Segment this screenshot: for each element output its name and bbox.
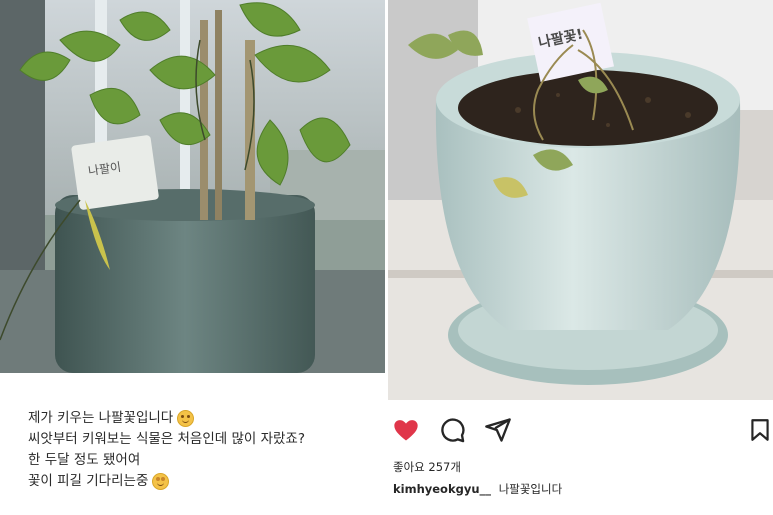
right-post-photo: 나팔꽃! xyxy=(388,0,773,400)
post-action-bar xyxy=(392,416,773,446)
username-link[interactable]: kimhyeokgyu__ xyxy=(393,482,491,496)
smile-emoji-icon xyxy=(177,410,195,427)
star-eyes-emoji-icon xyxy=(152,473,170,490)
likes-count: 좋아요 257개 xyxy=(393,460,461,474)
bookmark-icon[interactable] xyxy=(747,416,773,444)
caption-line: 꽃이 피길 기다리는중 xyxy=(28,471,373,492)
caption-line: 씨앗부터 키워보는 식물은 처음인데 많이 자랐죠? xyxy=(28,431,306,447)
left-post-caption: 제가 키우는 나팔꽃입니다 씨앗부터 키워보는 식물은 처음인데 많이 자랐죠?… xyxy=(28,408,373,492)
caption-text: 나팔꽃입니다 xyxy=(498,482,563,496)
right-post-caption: kimhyeokgyu__ 나팔꽃입니다 xyxy=(393,481,562,497)
caption-line: 제가 키우는 나팔꽃입니다 xyxy=(28,408,373,429)
caption-line: 한 두달 정도 됐어여 xyxy=(28,452,141,468)
heart-icon[interactable] xyxy=(392,416,420,444)
left-post-photo: 나팔이 xyxy=(0,0,385,373)
share-icon[interactable] xyxy=(484,416,512,444)
comment-icon[interactable] xyxy=(438,416,466,444)
